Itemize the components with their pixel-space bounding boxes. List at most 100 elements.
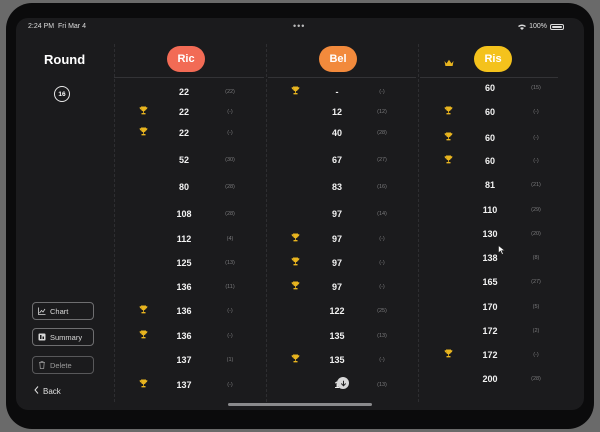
status-bar: 2:24 PM Fri Mar 4 ••• 100% [28, 21, 564, 33]
score-value: 60 [484, 83, 495, 93]
score-value: 22 [178, 87, 189, 97]
trophy-icon [291, 86, 300, 95]
score-value: 97 [331, 209, 342, 219]
score-delta: (22) [225, 89, 235, 95]
crown-icon [444, 54, 454, 66]
column-divider [266, 44, 267, 402]
score-delta: (27) [377, 157, 387, 163]
home-indicator[interactable] [228, 403, 372, 406]
player-name: Ris [484, 53, 502, 65]
trophy-icon [444, 155, 453, 164]
score-delta: (25) [377, 308, 387, 314]
score-value: 172 [482, 350, 498, 360]
chart-button-label: Chart [50, 306, 69, 316]
score-delta: (-) [379, 284, 385, 290]
battery-icon [550, 23, 564, 30]
score-delta: (4) [226, 236, 234, 242]
score-delta: (11) [225, 284, 235, 290]
chart-button[interactable]: Chart [32, 302, 94, 320]
score-delta: (15) [531, 85, 541, 91]
player-name: Ric [177, 53, 195, 65]
score-value: 135 [329, 355, 345, 365]
score-delta: (-) [227, 130, 233, 136]
score-delta: (-) [379, 260, 385, 266]
score-value: 170 [482, 302, 498, 312]
trophy-icon [291, 354, 300, 363]
multitasking-dots-icon[interactable]: ••• [293, 21, 305, 31]
score-delta: (-) [379, 236, 385, 242]
score-delta: (27) [531, 279, 541, 285]
score-delta: (2) [532, 328, 540, 334]
status-time: 2:24 PM Fri Mar 4 [28, 23, 86, 30]
score-delta: (13) [377, 333, 387, 339]
score-delta: (-) [379, 357, 385, 363]
trash-icon [38, 361, 46, 369]
score-delta: (-) [227, 308, 233, 314]
chart-icon [38, 307, 46, 315]
score-value: 130 [482, 229, 498, 239]
summary-button[interactable]: Summary [32, 328, 94, 346]
round-number-badge[interactable]: 16 [54, 86, 70, 102]
score-value: 136 [176, 306, 192, 316]
score-value: 137 [176, 355, 192, 365]
score-delta: (14) [377, 211, 387, 217]
trophy-icon [139, 379, 148, 388]
column-divider [114, 44, 115, 402]
score-delta: (28) [531, 376, 541, 382]
score-value: 81 [484, 180, 495, 190]
score-value: 135 [329, 331, 345, 341]
score-delta: (-) [533, 158, 539, 164]
score-value: 136 [176, 282, 192, 292]
score-value: 200 [482, 374, 498, 384]
battery-percent: 100% [529, 23, 547, 30]
trophy-icon [291, 257, 300, 266]
score-value: 165 [482, 277, 498, 287]
score-value: 97 [331, 282, 342, 292]
score-value: 60 [484, 133, 495, 143]
score-delta: (-) [379, 89, 385, 95]
delete-button[interactable]: Delete [32, 356, 94, 374]
player-avatar-bel[interactable]: Bel [319, 46, 357, 72]
player-avatar-ris[interactable]: Ris [474, 46, 512, 72]
trophy-icon [444, 132, 453, 141]
trophy-icon [139, 106, 148, 115]
score-delta: (-) [533, 352, 539, 358]
score-value: 172 [482, 326, 498, 336]
column-divider [418, 44, 419, 402]
score-delta: (13) [225, 260, 235, 266]
score-delta: (29) [531, 207, 541, 213]
score-value: 125 [176, 258, 192, 268]
score-value: 97 [331, 234, 342, 244]
status-right: 100% [518, 23, 564, 30]
score-value: 97 [331, 258, 342, 268]
score-value: 52 [178, 155, 189, 165]
score-delta: (12) [377, 109, 387, 115]
score-delta: (-) [533, 135, 539, 141]
trophy-icon [139, 127, 148, 136]
trophy-icon [139, 305, 148, 314]
back-button[interactable]: Back [34, 386, 61, 396]
trophy-icon [444, 349, 453, 358]
scroll-down-icon[interactable] [337, 377, 349, 389]
score-delta: (-) [533, 109, 539, 115]
player-avatar-ric[interactable]: Ric [167, 46, 205, 72]
score-delta: (16) [377, 184, 387, 190]
trophy-icon [444, 106, 453, 115]
status-date-text: Fri Mar 4 [57, 23, 86, 30]
score-value: 80 [178, 182, 189, 192]
score-value: 60 [484, 107, 495, 117]
score-value: 22 [178, 107, 189, 117]
score-value: 12 [331, 107, 342, 117]
score-value: 137 [176, 380, 192, 390]
score-value: 83 [331, 182, 342, 192]
score-delta: (-) [227, 109, 233, 115]
score-value: 112 [176, 234, 192, 244]
trophy-icon [139, 330, 148, 339]
score-value: 110 [482, 205, 498, 215]
score-delta: (28) [377, 130, 387, 136]
header-divider [420, 77, 558, 78]
score-delta: (-) [227, 382, 233, 388]
score-delta: (13) [377, 382, 387, 388]
summary-icon [38, 333, 46, 341]
score-delta: (21) [531, 182, 541, 188]
